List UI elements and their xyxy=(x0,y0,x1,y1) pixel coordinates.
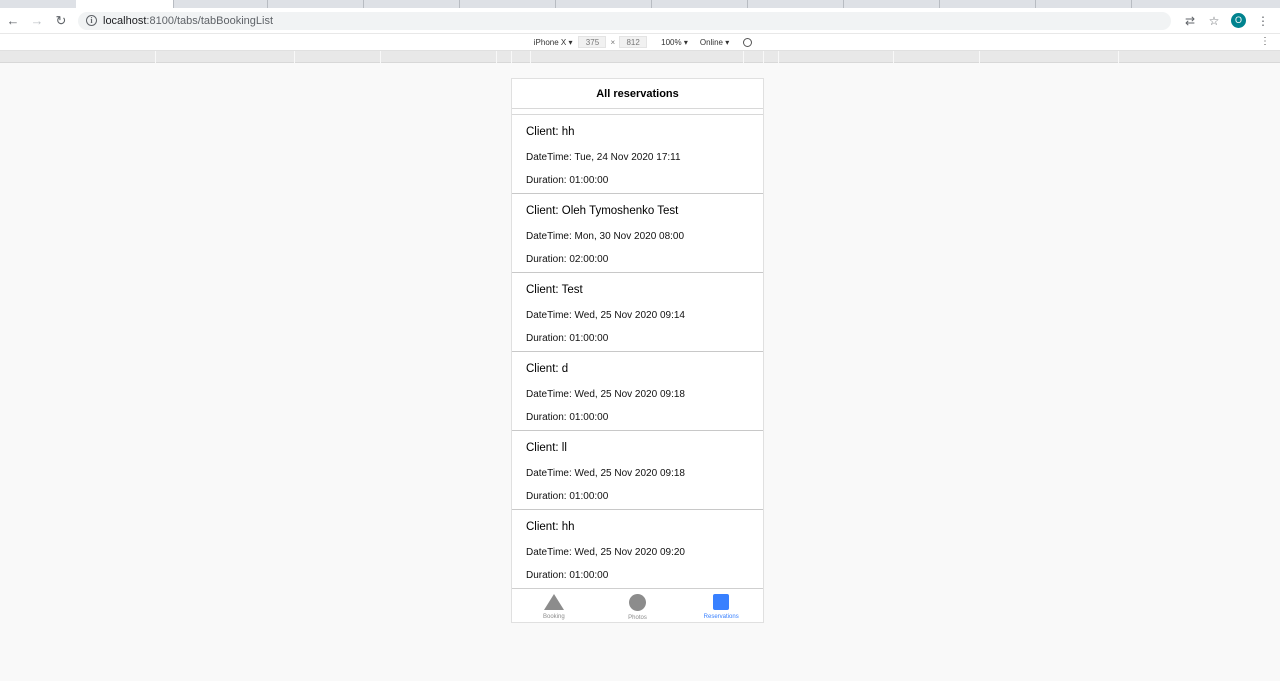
browser-tab[interactable] xyxy=(268,0,364,8)
reservation-datetime: DateTime: Mon, 30 Nov 2020 08:00 xyxy=(526,231,685,242)
media-query-divider xyxy=(763,51,764,63)
square-icon xyxy=(713,594,730,610)
list-item[interactable]: Client: Test DateTime: Wed, 25 Nov 2020 … xyxy=(512,273,763,352)
reservation-duration: Duration: 01:00:00 xyxy=(526,175,609,186)
reservation-datetime: DateTime: Tue, 24 Nov 2020 17:11 xyxy=(526,152,681,163)
star-icon[interactable]: ☆ xyxy=(1207,14,1221,28)
forward-icon[interactable]: → xyxy=(26,10,48,32)
browser-tab[interactable] xyxy=(460,0,556,8)
browser-tab[interactable] xyxy=(748,0,844,8)
page-title: All reservations xyxy=(596,87,679,100)
device-select[interactable]: iPhone X ▾ xyxy=(534,38,573,47)
media-query-divider xyxy=(155,51,156,63)
device-toolbar-menu-icon[interactable]: ⋮ xyxy=(1260,36,1270,47)
media-query-divider xyxy=(294,51,295,63)
list-item[interactable]: Client: Oleh Tymoshenko Test DateTime: M… xyxy=(512,194,763,273)
reservation-datetime: DateTime: Wed, 25 Nov 2020 09:18 xyxy=(526,468,685,479)
reservation-client: Client: hh xyxy=(526,126,575,138)
more-icon[interactable]: ⋮ xyxy=(1256,14,1270,28)
device-toolbar: iPhone X ▾ 375 × 812 100% ▾ Online ▾ ⋮ xyxy=(0,34,1280,51)
media-query-divider xyxy=(496,51,497,63)
browser-tab[interactable] xyxy=(652,0,748,8)
browser-tab[interactable] xyxy=(844,0,940,8)
media-query-divider xyxy=(1118,51,1119,63)
list-item[interactable]: Client: d DateTime: Wed, 25 Nov 2020 09:… xyxy=(512,352,763,431)
reservation-duration: Duration: 01:00:00 xyxy=(526,333,609,344)
toolbar-actions: ⇄ ☆ O ⋮ xyxy=(1183,13,1270,28)
dimension-separator: × xyxy=(610,37,616,47)
browser-tab[interactable] xyxy=(1036,0,1132,8)
zoom-select[interactable]: 100% ▾ xyxy=(661,38,688,47)
tab-photos[interactable]: Photos xyxy=(596,589,680,622)
list-item[interactable]: Client: ll DateTime: Wed, 25 Nov 2020 09… xyxy=(512,431,763,510)
network-throttle-select[interactable]: Online ▾ xyxy=(700,38,729,47)
media-query-divider xyxy=(893,51,894,63)
browser-tab[interactable] xyxy=(940,0,1036,8)
reservation-list[interactable]: Client: hh DateTime: Tue, 24 Nov 2020 17… xyxy=(512,114,763,589)
reservation-duration: Duration: 01:00:00 xyxy=(526,412,609,423)
viewport-width-input[interactable]: 375 xyxy=(578,36,607,48)
reservation-datetime: DateTime: Wed, 25 Nov 2020 09:18 xyxy=(526,389,685,400)
address-bar[interactable]: i localhost:8100/tabs/tabBookingList xyxy=(78,11,1171,30)
media-query-bar[interactable] xyxy=(0,51,1280,63)
reservation-datetime: DateTime: Wed, 25 Nov 2020 09:14 xyxy=(526,310,685,321)
back-icon[interactable]: ← xyxy=(2,10,24,32)
browser-tab-strip xyxy=(0,0,1280,8)
media-query-divider xyxy=(530,51,531,63)
circle-icon xyxy=(629,594,646,611)
reservation-client: Client: Test xyxy=(526,284,583,296)
reservation-datetime: DateTime: Wed, 25 Nov 2020 09:20 xyxy=(526,547,685,558)
tab-bar: Booking Photos Reservations xyxy=(512,588,763,622)
triangle-icon xyxy=(543,594,564,610)
reservation-client: Client: d xyxy=(526,363,569,375)
media-query-divider xyxy=(380,51,381,63)
url-host: localhost xyxy=(103,14,147,27)
reservation-duration: Duration: 01:00:00 xyxy=(526,491,609,502)
media-query-divider xyxy=(511,51,512,63)
tab-label: Booking xyxy=(542,614,565,620)
list-item[interactable]: Client: hh DateTime: Wed, 25 Nov 2020 09… xyxy=(512,510,763,589)
rotate-icon[interactable] xyxy=(743,37,753,47)
browser-tab-active[interactable] xyxy=(76,0,174,8)
reload-icon[interactable]: ↻ xyxy=(50,10,72,32)
url-path: :8100/tabs/tabBookingList xyxy=(146,14,274,27)
browser-tab[interactable] xyxy=(556,0,652,8)
reservation-duration: Duration: 01:00:00 xyxy=(526,570,609,581)
tab-booking[interactable]: Booking xyxy=(512,589,596,622)
media-query-divider xyxy=(778,51,779,63)
tab-reservations[interactable]: Reservations xyxy=(679,589,763,622)
reservation-client: Client: ll xyxy=(526,442,567,454)
page-header: All reservations xyxy=(512,79,763,109)
info-icon[interactable]: i xyxy=(86,15,97,26)
browser-tab[interactable] xyxy=(174,0,268,8)
reservation-client: Client: hh xyxy=(526,521,575,533)
list-item[interactable]: Client: hh DateTime: Tue, 24 Nov 2020 17… xyxy=(512,115,763,194)
tab-label: Photos xyxy=(628,615,647,621)
media-query-divider xyxy=(743,51,744,63)
viewport-height-input[interactable]: 812 xyxy=(619,36,648,48)
translate-icon[interactable]: ⇄ xyxy=(1183,14,1197,28)
reservation-client: Client: Oleh Tymoshenko Test xyxy=(526,205,679,217)
device-viewport: All reservations Client: hh DateTime: Tu… xyxy=(511,78,764,623)
browser-toolbar: ← → ↻ i localhost:8100/tabs/tabBookingLi… xyxy=(0,8,1280,34)
avatar[interactable]: O xyxy=(1231,13,1246,28)
browser-tab[interactable] xyxy=(364,0,460,8)
tab-label: Reservations xyxy=(703,614,739,620)
reservation-duration: Duration: 02:00:00 xyxy=(526,254,609,265)
media-query-divider xyxy=(979,51,980,63)
